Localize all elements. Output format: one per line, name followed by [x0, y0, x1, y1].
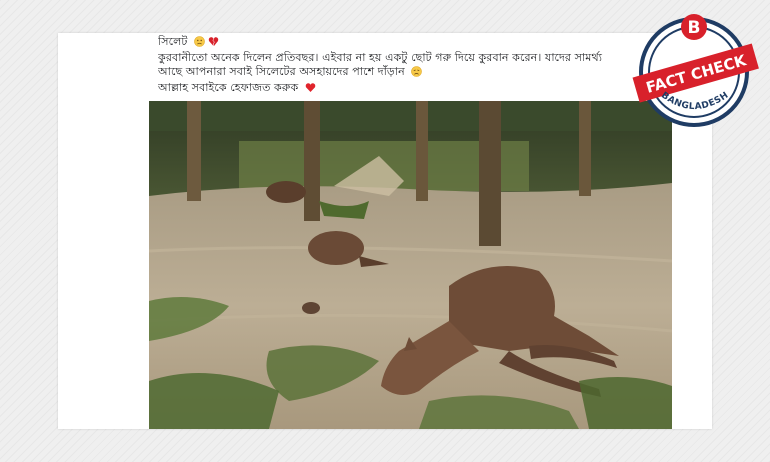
post-line-1: সিলেট: [158, 35, 648, 51]
post-caption: সিলেট কুরবানীতো অনেক দিলেন প্রতিবছর। এইব…: [158, 35, 648, 97]
fact-check-bangladesh-logo: B FACT CHECK BANGLADESH: [632, 8, 762, 130]
flood-cattle-photo: [149, 101, 672, 429]
red-heart-icon: [305, 82, 316, 97]
sad-face-icon: [411, 66, 423, 81]
post-line-3: আছে আপনারা সবাই সিলেটের অসহায়দের পাশে দ…: [158, 65, 648, 81]
post-line-4: আল্লাহ সবাইকে হেফাজত করুক: [158, 81, 648, 97]
post-location: সিলেট: [158, 35, 188, 48]
post-line-2: কুরবানীতো অনেক দিলেন প্রতিবছর। এইবার না …: [158, 51, 602, 64]
social-post-card: সিলেট কুরবানীতো অনেক দিলেন প্রতিবছর। এইব…: [58, 33, 712, 429]
sad-face-icon: [194, 36, 205, 51]
badge-letter: B: [688, 18, 701, 38]
broken-heart-icon: [208, 36, 219, 51]
